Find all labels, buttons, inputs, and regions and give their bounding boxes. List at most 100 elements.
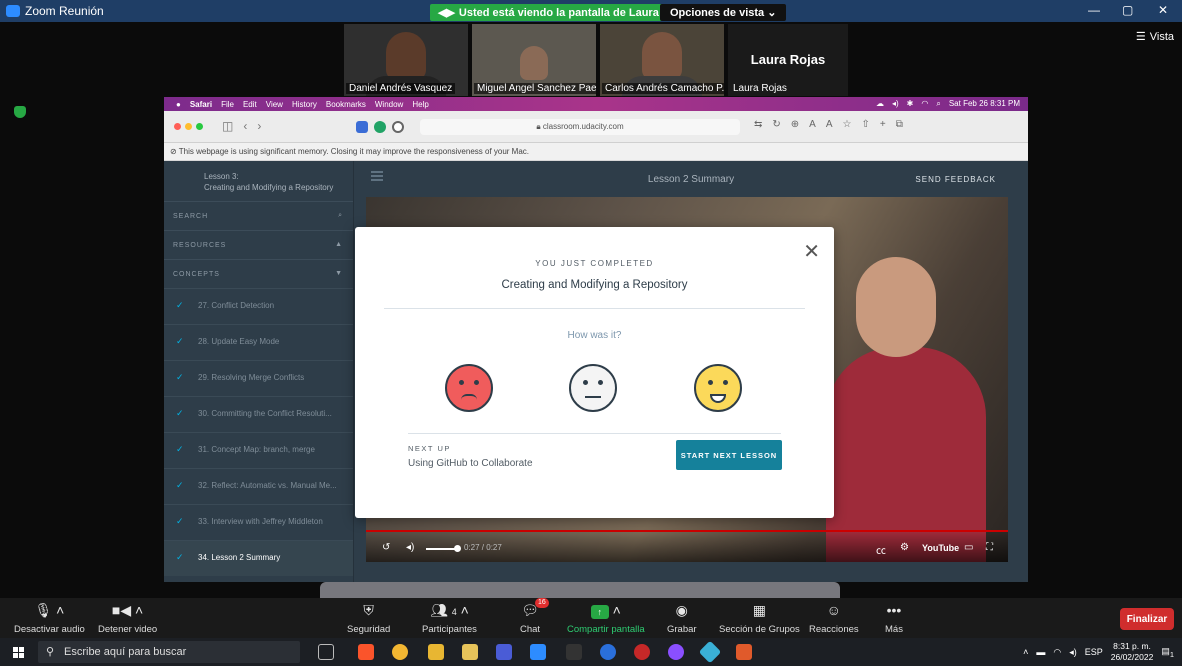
mac-datetime[interactable]: Sat Feb 26 8:31 PM	[949, 99, 1020, 109]
wifi-icon[interactable]: ◠	[921, 99, 928, 109]
chevron-up-icon[interactable]: ˄	[1023, 647, 1028, 657]
mute-button[interactable]: 🎙︎ ˄ Desactivar audio	[14, 600, 85, 635]
notification-icon[interactable]: ▤1	[1161, 646, 1174, 659]
chrome-icon[interactable]	[392, 644, 408, 660]
taskbar-clock[interactable]: 8:31 p. m. 26/02/2022	[1111, 641, 1154, 663]
sidebar-search[interactable]: SEARCH ⌕	[164, 201, 353, 230]
text-smaller-icon[interactable]: A	[809, 119, 816, 130]
reactions-button[interactable]: ☺ Reacciones	[809, 600, 859, 635]
participant-tile[interactable]: Carlos Andrés Camacho P...	[600, 24, 724, 96]
replay-icon[interactable]: ↺	[382, 542, 390, 553]
download-icon[interactable]: ⊕	[791, 119, 799, 130]
back-icon[interactable]: ‹	[243, 119, 247, 133]
lang-indicator[interactable]: ESP	[1085, 647, 1103, 657]
app-icon[interactable]	[668, 644, 684, 660]
epic-games-icon[interactable]	[566, 644, 582, 660]
task-view-icon[interactable]	[318, 644, 334, 660]
sidebar-concepts[interactable]: CONCEPTS ▼	[164, 259, 353, 288]
extension-icon[interactable]	[356, 121, 368, 133]
sidebar-icon[interactable]: ◫	[222, 119, 233, 133]
concept-item[interactable]: ✓ 33. Interview with Jeffrey Middleton	[164, 504, 353, 540]
participant-tile[interactable]: Miguel Angel Sanchez Paez	[472, 24, 596, 96]
volume-icon[interactable]: ◂)	[892, 99, 899, 109]
app-icon[interactable]	[736, 644, 752, 660]
chat-button[interactable]: 💬︎ 16 Chat	[520, 598, 549, 635]
share-screen-button[interactable]: ↑ ˄ Compartir pantalla	[567, 600, 645, 635]
vista-button[interactable]: ☰ Vista	[1136, 30, 1174, 44]
concept-item[interactable]: ✓ 27. Conflict Detection	[164, 288, 353, 324]
search-icon[interactable]: ⌕	[936, 99, 940, 109]
settings-gear-icon[interactable]: ⚙	[900, 542, 909, 553]
concept-item[interactable]: ✓ 29. Resolving Merge Conflicts	[164, 360, 353, 396]
start-next-lesson-button[interactable]: START NEXT LESSON	[676, 440, 782, 470]
tabs-overview-icon[interactable]: ⧉	[896, 119, 903, 130]
app-icon[interactable]	[634, 644, 650, 660]
concept-item[interactable]: ✓ 30. Committing the Conflict Resoluti...	[164, 396, 353, 432]
brave-icon[interactable]	[358, 644, 374, 660]
text-larger-icon[interactable]: A	[826, 119, 833, 130]
volume-icon[interactable]: ◂)	[406, 542, 414, 553]
notes-icon[interactable]	[462, 644, 478, 660]
stop-video-button[interactable]: ■◀ ˄ Detener video	[98, 600, 157, 635]
concept-item[interactable]: ✓ 32. Reflect: Automatic vs. Manual Me...	[164, 468, 353, 504]
translate-icon[interactable]: ⇆	[754, 119, 762, 130]
bluetooth-icon[interactable]: ✱	[907, 99, 914, 109]
send-feedback-link[interactable]: SEND FEEDBACK	[915, 175, 996, 184]
breakout-rooms-button[interactable]: ▦ Sección de Grupos	[719, 600, 800, 635]
menu-file[interactable]: File	[221, 100, 234, 109]
minimize-icon[interactable]	[185, 123, 192, 130]
menu-edit[interactable]: Edit	[243, 100, 257, 109]
close-icon[interactable]	[174, 123, 181, 130]
participants-button[interactable]: 👥︎ 4 ˄ Participantes	[422, 600, 477, 635]
concept-item-active[interactable]: ✓ 34. Lesson 2 Summary	[164, 540, 353, 576]
share-icon[interactable]: ⇧	[861, 119, 869, 130]
apple-icon[interactable]: ●	[176, 100, 181, 109]
volume-slider[interactable]	[426, 548, 456, 550]
menu-help[interactable]: Help	[412, 100, 428, 109]
app-icon[interactable]	[600, 644, 616, 660]
rating-happy-face-icon[interactable]	[694, 364, 742, 412]
zoom-taskbar-icon[interactable]	[530, 644, 546, 660]
lesson-header[interactable]: Lesson 3: Creating and Modifying a Repos…	[164, 161, 353, 201]
miniplayer-icon[interactable]: ▭	[964, 542, 973, 553]
battery-icon[interactable]: ▬	[1036, 647, 1045, 657]
rating-neutral-face-icon[interactable]	[569, 364, 617, 412]
end-meeting-button[interactable]: Finalizar	[1120, 608, 1174, 630]
menu-bookmarks[interactable]: Bookmarks	[326, 100, 366, 109]
grammarly-icon[interactable]	[374, 121, 386, 133]
privacy-icon[interactable]	[392, 121, 404, 133]
cloud-icon[interactable]: ☁	[876, 99, 884, 109]
app-icon[interactable]	[496, 644, 512, 660]
menu-window[interactable]: Window	[375, 100, 403, 109]
file-explorer-icon[interactable]	[428, 644, 444, 660]
mac-dock[interactable]	[320, 582, 840, 598]
forward-icon[interactable]: ›	[257, 119, 261, 133]
minimize-icon[interactable]: —	[1088, 3, 1100, 17]
zoom-icon[interactable]	[196, 123, 203, 130]
record-button[interactable]: ◉ Grabar	[667, 600, 697, 635]
concept-item[interactable]: ✓ 28. Update Easy Mode	[164, 324, 353, 360]
menu-view[interactable]: View	[266, 100, 283, 109]
security-button[interactable]: ⛨ Seguridad	[347, 600, 390, 635]
taskbar-search-input[interactable]: ⚲ Escribe aquí para buscar	[38, 641, 300, 663]
youtube-logo[interactable]: YouTube	[922, 543, 959, 553]
app-icon[interactable]	[698, 640, 722, 664]
reload-icon[interactable]: ↻	[772, 119, 780, 130]
volume-handle[interactable]	[454, 545, 461, 552]
maximize-icon[interactable]: ▢	[1122, 3, 1133, 17]
wifi-icon[interactable]: ◠	[1053, 647, 1061, 658]
rating-angry-face-icon[interactable]	[445, 364, 493, 412]
volume-icon[interactable]: ◂)	[1069, 647, 1077, 658]
encryption-shield-icon[interactable]	[14, 106, 26, 118]
captions-icon[interactable]: ㏄	[876, 542, 886, 557]
more-button[interactable]: ••• Más	[885, 600, 903, 635]
participant-tile[interactable]: Daniel Andrés Vasquez	[344, 24, 468, 96]
address-bar[interactable]: 🔒︎ classroom.udacity.com	[420, 119, 740, 135]
new-tab-icon[interactable]: +	[880, 119, 886, 130]
concept-item[interactable]: ✓ 31. Concept Map: branch, merge	[164, 432, 353, 468]
view-options-button[interactable]: Opciones de vista ⌄	[660, 4, 787, 21]
menu-safari[interactable]: Safari	[190, 100, 212, 109]
menu-history[interactable]: History	[292, 100, 317, 109]
fullscreen-icon[interactable]: ⛶	[986, 542, 993, 553]
windows-start-icon[interactable]	[13, 647, 24, 658]
